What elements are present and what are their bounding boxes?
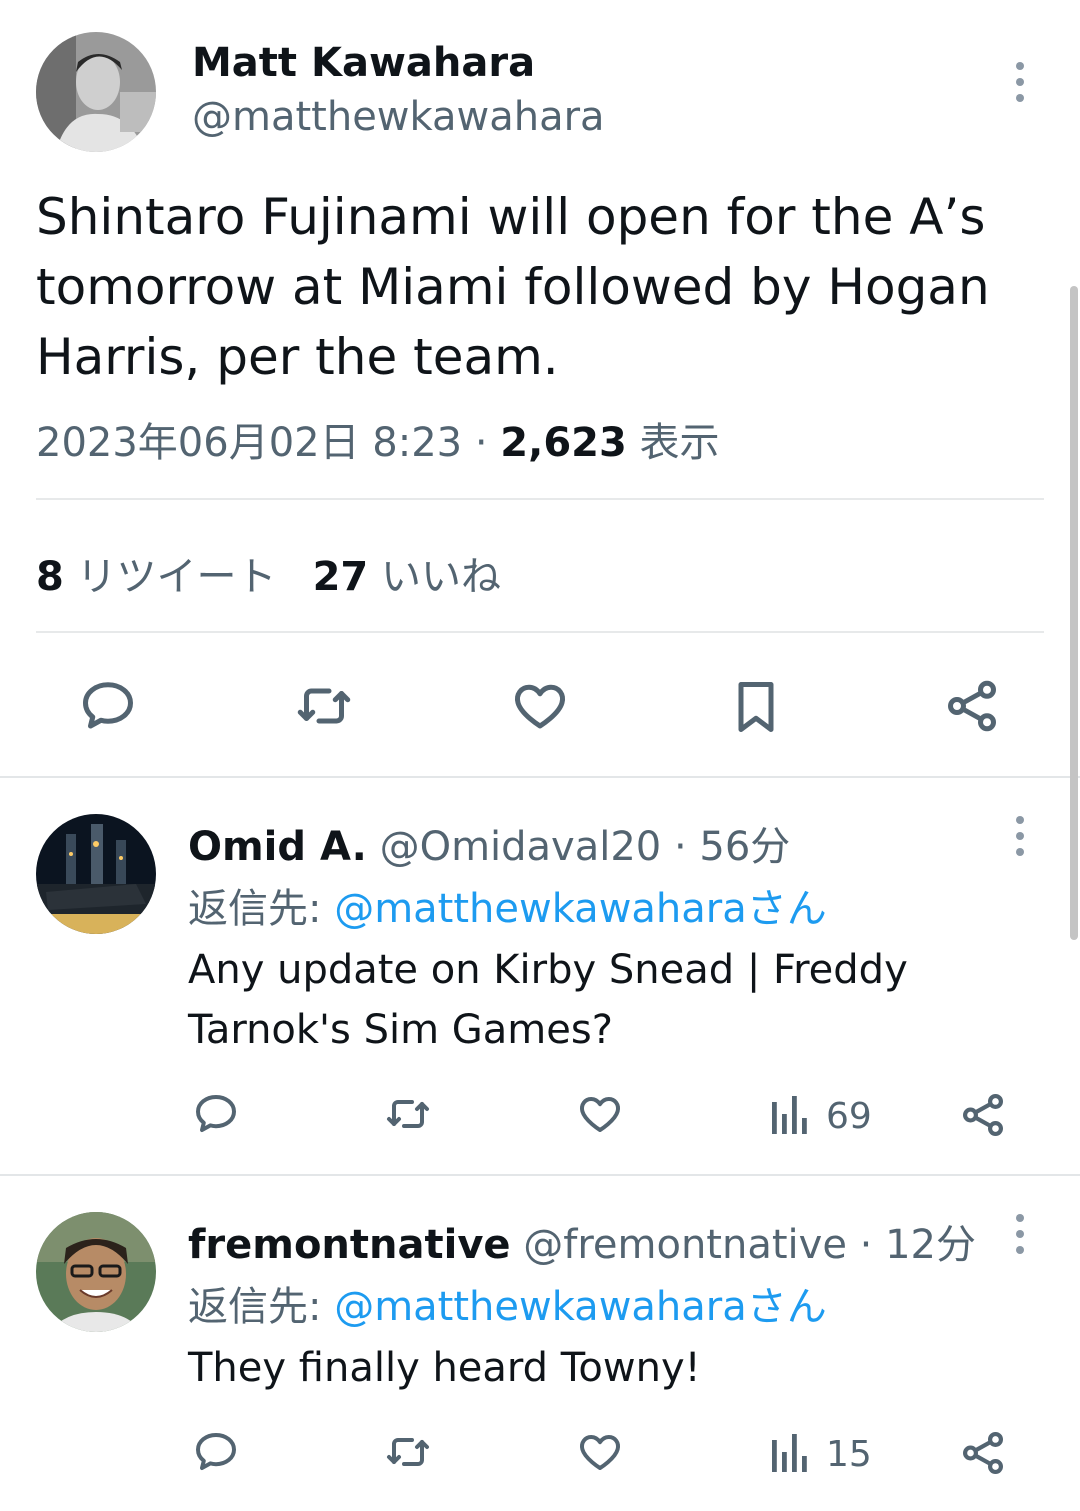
heart-icon[interactable] <box>510 676 570 736</box>
reply-to-label: 返信先: <box>188 886 322 932</box>
reply-time[interactable]: · 56分 <box>674 824 790 870</box>
tweet-text: Shintaro Fujinami will open for the A’s … <box>36 188 990 386</box>
retweet-icon[interactable] <box>382 1090 434 1142</box>
reply-avatar[interactable] <box>36 1212 156 1332</box>
views-icon[interactable] <box>770 1428 810 1480</box>
reply-text: They finally heard Towny! <box>188 1345 701 1391</box>
main-tweet: Matt Kawahara @matthewkawahara Shintaro … <box>0 0 1080 778</box>
reply-author-name[interactable]: fremontnative <box>188 1222 511 1268</box>
divider <box>36 498 1044 500</box>
reply-to-mention[interactable]: @matthewkawaharaさん <box>334 1284 827 1330</box>
more-vertical-icon[interactable] <box>1014 1214 1026 1258</box>
comment-icon[interactable] <box>78 676 138 736</box>
reply-header: Omid A. @Omidaval20 · 56分 <box>188 814 790 872</box>
reply-author-name[interactable]: Omid A. <box>188 824 367 870</box>
reply-author-handle[interactable]: @Omidaval20 <box>380 824 662 870</box>
meta-separator: · <box>474 420 488 466</box>
engagement-stats: 8 リツイート 27 いいね <box>36 544 501 602</box>
reply-to-label: 返信先: <box>188 1284 322 1330</box>
reply-to-line: 返信先: @matthewkawaharaさん <box>188 876 827 934</box>
reply-views-count: 69 <box>826 1096 872 1137</box>
retweet-icon[interactable] <box>382 1428 434 1480</box>
reply-author-handle[interactable]: @fremontnative <box>523 1222 847 1268</box>
heart-icon[interactable] <box>576 1428 624 1480</box>
reply-time[interactable]: · 12分 <box>860 1222 976 1268</box>
author-name[interactable]: Matt Kawahara <box>192 40 535 86</box>
divider <box>36 631 1044 633</box>
reply-to-line: 返信先: @matthewkawaharaさん <box>188 1274 827 1332</box>
share-icon[interactable] <box>958 1090 1008 1144</box>
tweet-date[interactable]: 2023年06月02日 8:23 <box>36 420 462 466</box>
author-avatar[interactable] <box>36 32 156 152</box>
reply-item[interactable]: fremontnative @fremontnative · 12分 返信先: … <box>0 1178 1080 1511</box>
reply-text: Any update on Kirby Snead | Freddy Tarno… <box>188 947 908 1053</box>
comment-icon[interactable] <box>192 1428 240 1480</box>
reply-avatar[interactable] <box>36 814 156 934</box>
share-icon[interactable] <box>958 1428 1008 1482</box>
reply-item[interactable]: Omid A. @Omidaval20 · 56分 返信先: @matthewk… <box>0 780 1080 1176</box>
reply-views-count: 15 <box>826 1434 872 1475</box>
views-label: 表示 <box>639 420 720 466</box>
bookmark-icon[interactable] <box>726 676 786 738</box>
retweet-icon[interactable] <box>292 676 356 736</box>
retweets-stat[interactable]: 8 リツイート <box>36 554 277 600</box>
author-handle[interactable]: @matthewkawahara <box>192 94 605 140</box>
reply-header: fremontnative @fremontnative · 12分 <box>188 1212 976 1270</box>
heart-icon[interactable] <box>576 1090 624 1142</box>
share-icon[interactable] <box>942 676 1002 736</box>
comment-icon[interactable] <box>192 1090 240 1142</box>
tweet-meta: 2023年06月02日 8:23 · 2,623 表示 <box>36 410 720 468</box>
reply-to-mention[interactable]: @matthewkawaharaさん <box>334 886 827 932</box>
views-count: 2,623 <box>500 420 627 466</box>
more-vertical-icon[interactable] <box>1014 62 1026 106</box>
views-icon[interactable] <box>770 1090 810 1142</box>
likes-stat[interactable]: 27 いいね <box>313 554 501 600</box>
scrollbar[interactable] <box>1070 286 1078 940</box>
more-vertical-icon[interactable] <box>1014 816 1026 860</box>
